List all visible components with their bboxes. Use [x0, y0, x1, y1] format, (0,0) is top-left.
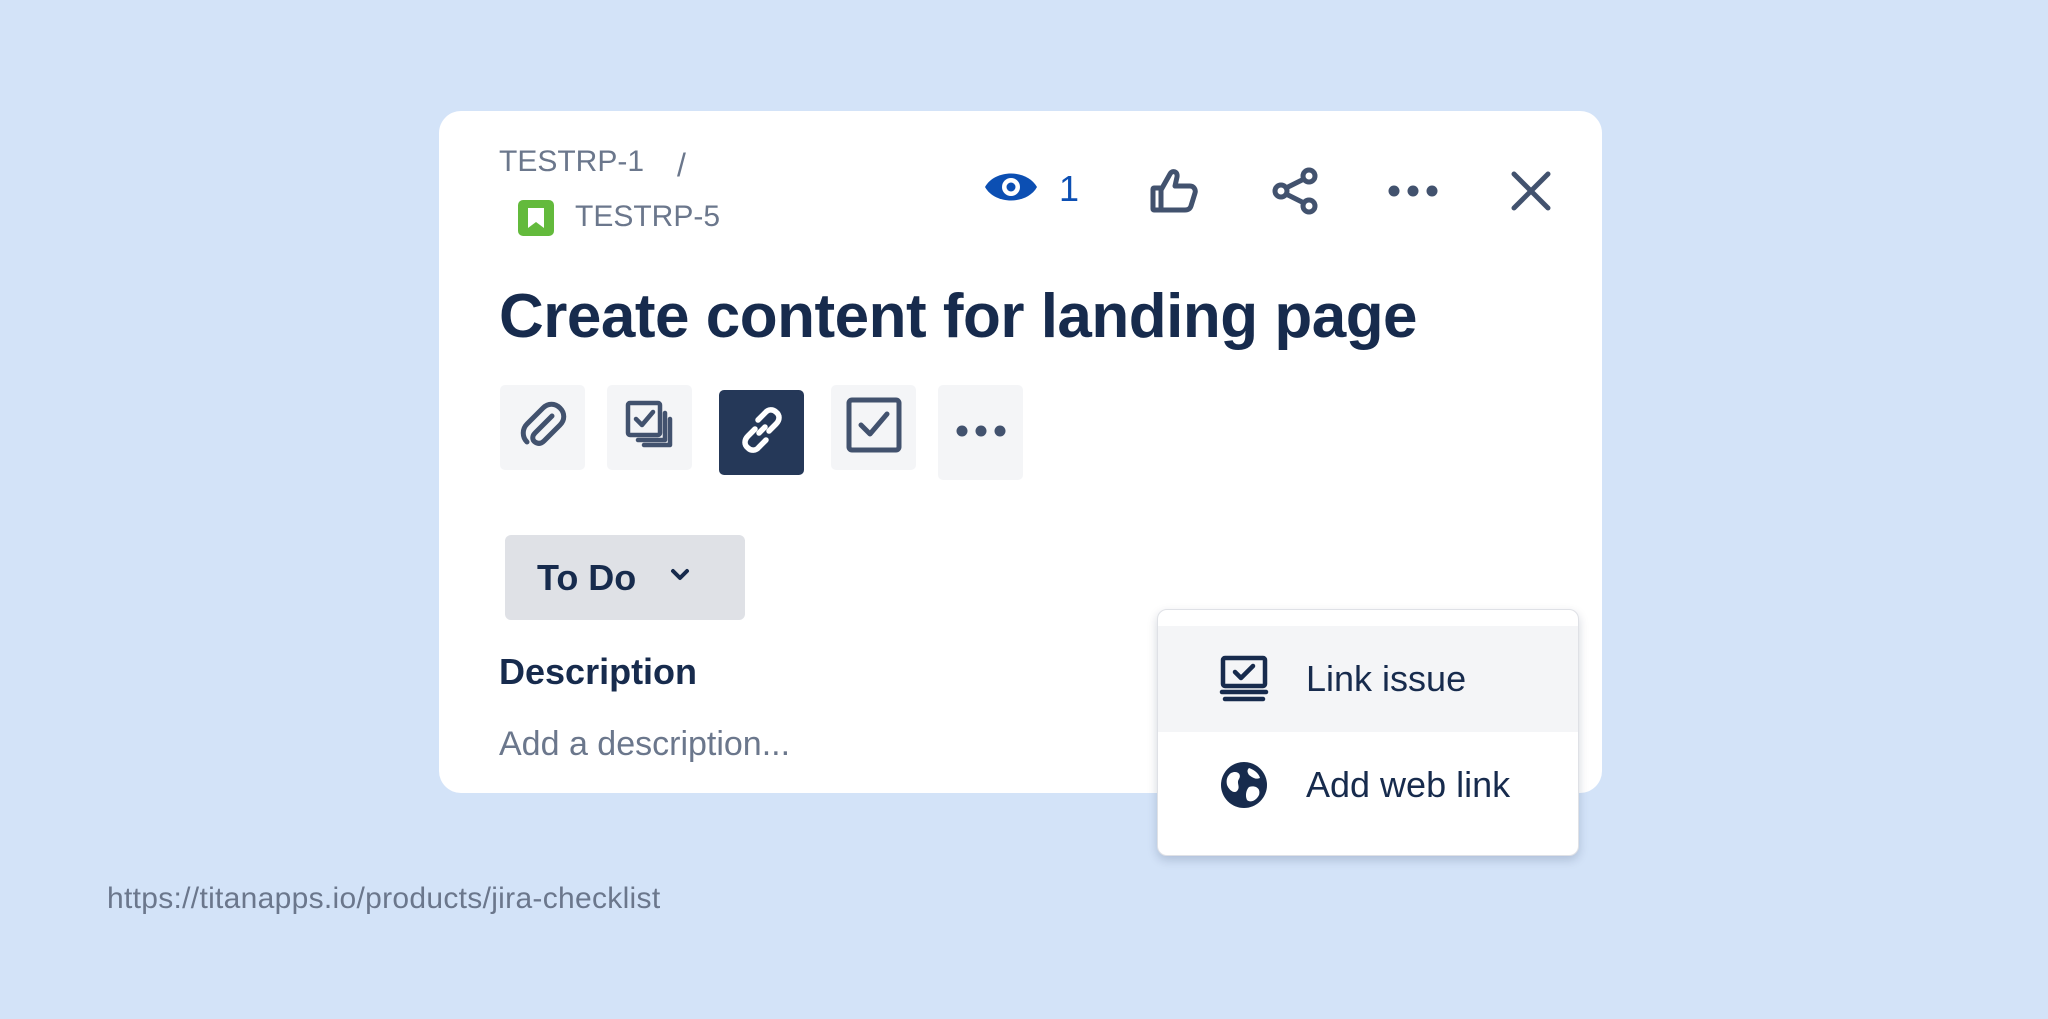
checklist-button[interactable] [831, 385, 916, 470]
menu-item-add-web-link[interactable]: Add web link [1158, 732, 1578, 838]
menu-item-link-issue[interactable]: Link issue [1158, 626, 1578, 732]
status-dropdown[interactable]: To Do [505, 535, 745, 620]
close-button[interactable] [1501, 163, 1561, 223]
watch-count: 1 [1058, 168, 1080, 209]
paperclip-icon [518, 400, 568, 455]
breadcrumb-current-link[interactable]: TESTRP-5 [575, 200, 720, 234]
menu-item-label: Add web link [1306, 764, 1511, 805]
link-button[interactable] [719, 390, 804, 475]
close-icon [1510, 170, 1552, 217]
link-issue-icon [1218, 654, 1270, 704]
share-icon [1271, 166, 1321, 221]
attach-button[interactable] [500, 385, 585, 470]
like-button[interactable] [1144, 163, 1204, 223]
chevron-down-icon [636, 568, 690, 587]
thumbs-up-icon [1150, 168, 1198, 219]
more-horizontal-icon [1388, 184, 1438, 202]
child-issues-icon [625, 400, 675, 455]
eye-icon [983, 166, 1039, 213]
status-label: To Do [537, 556, 637, 598]
more-tools-button[interactable] [938, 385, 1023, 480]
add-child-issue-button[interactable] [607, 385, 692, 470]
link-icon [737, 405, 787, 460]
watch-button[interactable]: 1 [976, 159, 1086, 219]
description-heading: Description [499, 651, 698, 692]
breadcrumb-separator: / [677, 147, 686, 183]
globe-icon [1218, 760, 1270, 810]
issue-card: TESTRP-1 / TESTRP-5 1 Create content for… [439, 111, 1602, 856]
more-horizontal-icon [956, 424, 1006, 442]
issue-title[interactable]: Create content for landing page [499, 281, 1418, 352]
description-input[interactable]: Add a description... [499, 725, 790, 764]
more-actions-button[interactable] [1383, 163, 1443, 223]
footer-url: https://titanapps.io/products/jira-check… [107, 882, 661, 915]
share-button[interactable] [1266, 163, 1326, 223]
link-dropdown-menu: Link issue Add web link [1157, 609, 1579, 856]
menu-item-label: Link issue [1306, 658, 1467, 699]
checkbox-checked-icon [845, 396, 903, 459]
breadcrumb-parent-link[interactable]: TESTRP-1 [499, 145, 644, 179]
story-icon [518, 200, 554, 236]
